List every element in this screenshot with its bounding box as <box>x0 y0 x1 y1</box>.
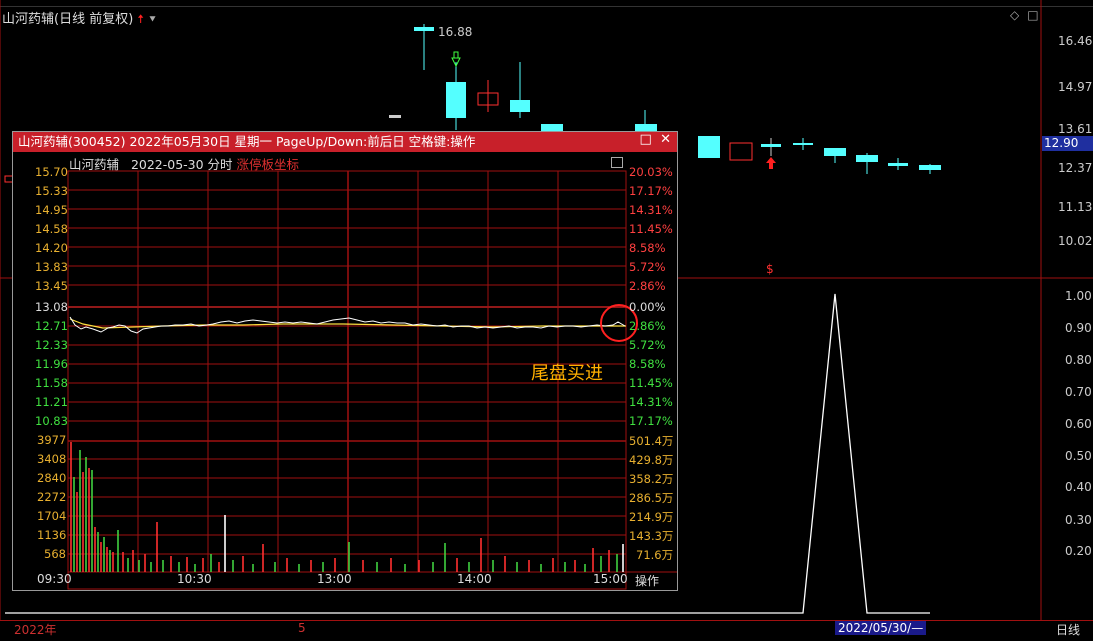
price-tick: 10.83 <box>35 414 68 428</box>
time-tick: 09:30 <box>37 572 72 586</box>
time-tick: 13:00 <box>317 572 352 586</box>
volume-tick: 2840 <box>37 471 67 485</box>
signal-marker: $ <box>766 262 774 276</box>
price-tick: 12.33 <box>35 338 68 352</box>
price-tick: 12.71 <box>35 319 68 333</box>
candle <box>856 155 878 162</box>
price-tick: 10.02 <box>1058 234 1093 248</box>
indicator-tick: 0.80 <box>1065 353 1092 367</box>
date-cursor-label: 2022/05/30/— <box>835 621 927 635</box>
volume-tick: 501.4万 <box>629 434 674 448</box>
buy-arrow-icon <box>766 157 776 169</box>
candle <box>698 136 720 158</box>
price-tick: 13.61 <box>1058 122 1093 136</box>
indicator-tick: 1.00 <box>1065 289 1092 303</box>
volume-tick: 358.2万 <box>629 472 674 486</box>
date-month-label: 5 <box>298 621 306 635</box>
candle <box>389 115 401 118</box>
high-price-label: 16.88 <box>438 25 473 39</box>
candle <box>510 100 530 112</box>
price-tick: 15.70 <box>35 165 68 179</box>
candle <box>761 144 781 147</box>
pct-tick: 5.72% <box>629 260 666 274</box>
volume-bars <box>70 442 624 572</box>
indicator-tick: 0.20 <box>1065 544 1092 558</box>
date-year-label: 2022年 <box>14 623 57 637</box>
indicator-tick: 0.30 <box>1065 513 1092 527</box>
price-tick: 16.46 <box>1058 34 1093 48</box>
price-tick: 13.45 <box>35 279 68 293</box>
price-tick: 14.97 <box>1058 80 1093 94</box>
indicator-tick: 0.50 <box>1065 449 1092 463</box>
volume-tick: 143.3万 <box>629 529 674 543</box>
pct-tick: 2.86% <box>629 319 666 333</box>
price-tick: 11.13 <box>1058 200 1093 214</box>
current-price-tag: 12.90 <box>1042 136 1093 151</box>
price-tick: 11.96 <box>35 357 68 371</box>
pct-tick: 14.31% <box>629 203 673 217</box>
pct-tick: 0.00% <box>629 300 666 314</box>
indicator-tick: 0.40 <box>1065 480 1092 494</box>
pct-tick: 8.58% <box>629 357 666 371</box>
period-button[interactable]: 日线 <box>1056 621 1080 638</box>
volume-tick: 2272 <box>37 490 67 504</box>
price-tick: 15.33 <box>35 184 68 198</box>
operate-button[interactable]: 操作 <box>635 572 659 589</box>
volume-tick: 71.6万 <box>636 548 674 562</box>
pct-tick: 11.45% <box>629 376 673 390</box>
pct-tick: 17.17% <box>629 184 673 198</box>
pct-tick: 5.72% <box>629 338 666 352</box>
price-tick: 11.21 <box>35 395 68 409</box>
price-tick: 13.08 <box>35 300 68 314</box>
annotation-text: 尾盘买进 <box>531 363 603 384</box>
time-tick: 14:00 <box>457 572 492 586</box>
price-tick: 12.37 <box>1058 161 1093 175</box>
volume-tick: 286.5万 <box>629 491 674 505</box>
candle <box>414 27 434 31</box>
price-tick: 14.20 <box>35 241 68 255</box>
candle <box>888 163 908 166</box>
indicator-tick: 0.60 <box>1065 417 1092 431</box>
pct-tick: 11.45% <box>629 222 673 236</box>
indicator-tick: 0.90 <box>1065 321 1092 335</box>
volume-tick: 3977 <box>37 433 67 447</box>
date-axis-bar <box>0 620 1093 641</box>
candle <box>793 143 813 145</box>
candle <box>919 165 941 170</box>
price-tick: 14.95 <box>35 203 68 217</box>
price-tick: 13.83 <box>35 260 68 274</box>
volume-tick: 214.9万 <box>629 510 674 524</box>
candle <box>824 148 846 156</box>
volume-tick: 1704 <box>37 509 67 523</box>
pct-tick: 17.17% <box>629 414 673 428</box>
time-tick: 10:30 <box>177 572 212 586</box>
pct-tick: 2.86% <box>629 279 666 293</box>
pct-tick: 8.58% <box>629 241 666 255</box>
volume-tick: 568 <box>44 547 66 561</box>
price-tick: 11.58 <box>35 376 68 390</box>
price-tick: 14.58 <box>35 222 68 236</box>
indicator-tick: 0.70 <box>1065 385 1092 399</box>
candle <box>729 142 753 161</box>
candle <box>446 82 466 118</box>
pct-tick: 20.03% <box>629 165 673 179</box>
intraday-popup: 山河药辅(300452) 2022年05月30日 星期一 PageUp/Down… <box>12 131 678 591</box>
pct-tick: 14.31% <box>629 395 673 409</box>
volume-tick: 1136 <box>37 528 67 542</box>
volume-tick: 429.8万 <box>629 453 674 467</box>
time-tick: 15:00 <box>593 572 628 586</box>
volume-tick: 3408 <box>37 452 67 466</box>
